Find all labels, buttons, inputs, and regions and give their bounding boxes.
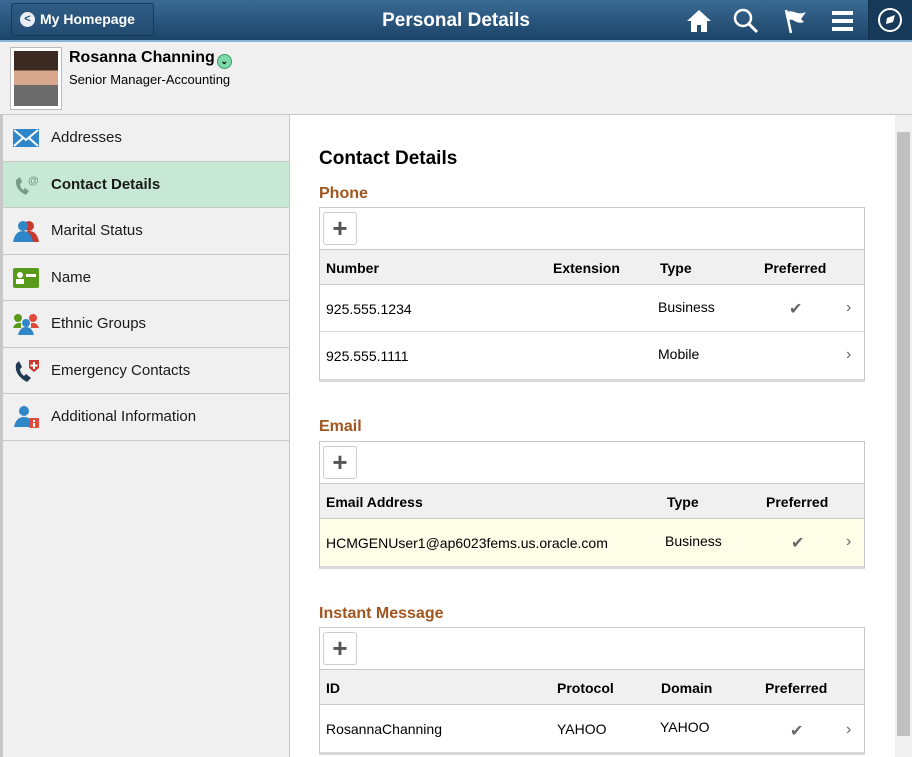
im-id: RosannaChanning	[326, 721, 442, 737]
table-row[interactable]: 925.555.1111 Mobile ›	[320, 332, 864, 379]
email-header-row: Email Address Type Preferred	[320, 484, 864, 519]
column-header-extension[interactable]: Extension	[553, 260, 620, 276]
column-header-email-address[interactable]: Email Address	[326, 494, 423, 510]
phone-heading: Phone	[319, 185, 368, 202]
im-domain: YAHOO	[660, 719, 710, 735]
sidebar-item-label: Name	[51, 268, 92, 286]
add-instant-message-button[interactable]: +	[323, 632, 357, 665]
sidebar-item-label: Emergency Contacts	[51, 361, 191, 379]
menu-icon[interactable]	[829, 7, 857, 35]
emergency-phone-icon	[15, 359, 39, 382]
profile-job-title: Senior Manager-Accounting	[69, 72, 231, 87]
checkmark-icon: ✔	[791, 535, 805, 552]
svg-text:@: @	[28, 175, 39, 187]
content-panel: Contact Details Phone + Number Extension…	[291, 115, 895, 757]
phone-toolbar: +	[320, 208, 864, 250]
phone-header-row: Number Extension Type Preferred	[320, 250, 864, 285]
table-row[interactable]: RosannaChanning YAHOO YAHOO ✔ ›	[320, 705, 864, 752]
im-header-row: ID Protocol Domain Preferred	[320, 670, 864, 705]
header-bar: < My Homepage Personal Details	[0, 0, 912, 42]
column-header-preferred[interactable]: Preferred	[764, 260, 826, 276]
phone-number: 925.555.1111	[326, 348, 409, 364]
sidebar-item-label: Marital Status	[51, 222, 143, 239]
checkmark-icon: ✔	[790, 723, 804, 740]
id-card-icon	[13, 267, 39, 288]
sidebar-item-name[interactable]: Name	[3, 255, 289, 301]
instant-message-grid: + ID Protocol Domain Preferred RosannaCh…	[319, 627, 865, 755]
sidebar-item-marital-status[interactable]: Marital Status	[3, 208, 289, 255]
profile-name: Rosanna Channing	[69, 49, 215, 66]
person-info-icon	[14, 406, 39, 428]
sidebar-item-label: Additional Information	[51, 408, 197, 425]
group-icon	[13, 314, 39, 335]
profile-name-row: Rosanna Channing ⌄	[69, 49, 232, 69]
phone-at-icon: @	[15, 175, 39, 195]
im-protocol: YAHOO	[557, 721, 607, 737]
im-toolbar: +	[320, 628, 864, 670]
phone-number: 925.555.1234	[326, 301, 412, 317]
sidebar-item-label: Addresses	[51, 129, 122, 146]
checkmark-icon: ✔	[789, 301, 803, 318]
column-header-domain[interactable]: Domain	[661, 680, 712, 696]
email-address: HCMGENUser1@ap6023fems.us.oracle.com	[326, 535, 608, 551]
sidebar-item-label: Ethnic Groups	[51, 315, 147, 332]
vertical-scrollbar[interactable]	[895, 115, 912, 757]
sidebar-item-emergency-contacts[interactable]: Emergency Contacts	[3, 348, 289, 394]
sidebar-item-additional-information[interactable]: Additional Information	[3, 394, 289, 441]
search-icon[interactable]	[732, 7, 760, 35]
sidebar-item-contact-details[interactable]: @ Contact Details	[3, 161, 289, 208]
column-header-protocol[interactable]: Protocol	[557, 680, 614, 696]
column-header-type[interactable]: Type	[667, 494, 699, 510]
phone-grid: + Number Extension Type Preferred 925.55…	[319, 207, 865, 382]
navbar-button[interactable]	[868, 0, 912, 40]
table-row[interactable]: HCMGENUser1@ap6023fems.us.oracle.com Bus…	[320, 519, 864, 566]
home-icon[interactable]	[685, 7, 713, 35]
sidebar: Addresses @ Contact Details Marital Statu…	[0, 115, 290, 757]
email-toolbar: +	[320, 442, 864, 484]
column-header-number[interactable]: Number	[326, 260, 379, 276]
envelope-icon	[13, 129, 39, 147]
profile-banner: Rosanna Channing ⌄ Senior Manager-Account…	[0, 42, 912, 115]
column-header-preferred[interactable]: Preferred	[765, 680, 827, 696]
sidebar-item-label: Contact Details	[51, 175, 161, 193]
column-header-preferred[interactable]: Preferred	[766, 494, 828, 510]
couple-icon	[13, 221, 39, 242]
phone-type: Mobile	[658, 346, 700, 362]
chevron-right-icon[interactable]: ›	[846, 533, 851, 551]
chevron-right-icon[interactable]: ›	[846, 299, 851, 317]
email-type: Business	[665, 533, 722, 549]
sidebar-item-ethnic-groups[interactable]: Ethnic Groups	[3, 301, 289, 348]
flag-icon[interactable]	[782, 7, 810, 35]
email-heading: Email	[319, 418, 362, 435]
table-row[interactable]: 925.555.1234 Business ✔ ›	[320, 285, 864, 332]
avatar	[10, 47, 62, 110]
scrollbar-thumb[interactable]	[897, 132, 910, 736]
add-email-button[interactable]: +	[323, 446, 357, 479]
email-grid: + Email Address Type Preferred HCMGENUse…	[319, 441, 865, 569]
phone-type: Business	[658, 299, 715, 315]
page-title: Personal Details	[382, 10, 530, 31]
section-title: Contact Details	[319, 148, 458, 169]
chevron-right-icon[interactable]: ›	[846, 721, 851, 739]
navbar-compass-icon	[878, 8, 902, 32]
chevron-right-icon[interactable]: ›	[846, 346, 851, 364]
related-actions-icon[interactable]: ⌄	[216, 54, 232, 69]
instant-message-heading: Instant Message	[319, 605, 444, 622]
column-header-id[interactable]: ID	[326, 680, 340, 696]
add-phone-button[interactable]: +	[323, 212, 357, 245]
sidebar-item-addresses[interactable]: Addresses	[3, 115, 289, 162]
column-header-type[interactable]: Type	[660, 260, 692, 276]
